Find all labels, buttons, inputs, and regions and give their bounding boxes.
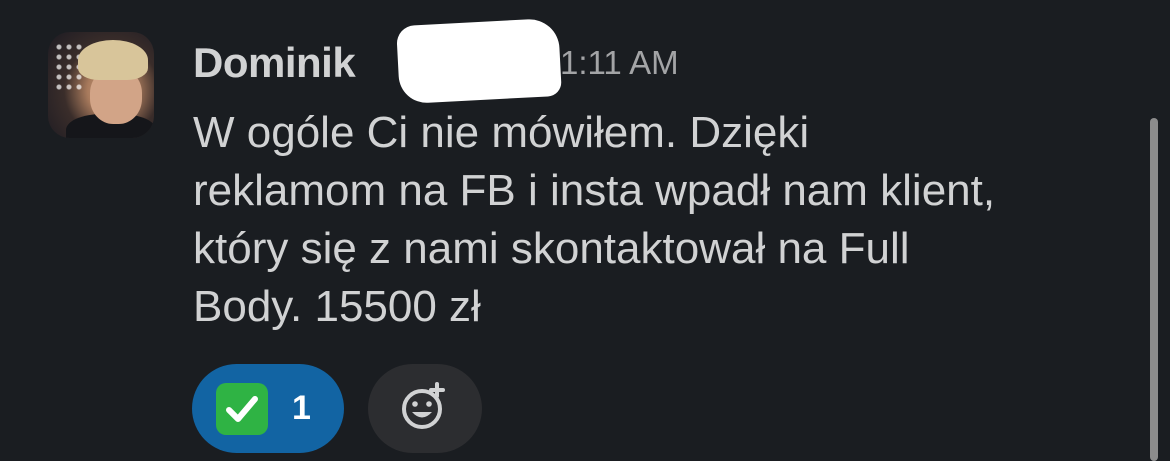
avatar-hair: [78, 40, 148, 80]
message-text: W ogóle Ci nie mówiłem. Dzięki reklamom …: [193, 108, 996, 331]
check-mark-icon: [216, 382, 268, 435]
reaction-check-button[interactable]: 1: [192, 364, 344, 453]
add-reaction-button[interactable]: [368, 364, 482, 453]
add-emoji-icon: [395, 376, 455, 441]
timestamp[interactable]: 1:11 AM: [560, 44, 679, 82]
reaction-count: 1: [292, 389, 311, 427]
redaction-mark: [396, 17, 562, 105]
message-header: Dominik: [193, 38, 356, 88]
scrollbar[interactable]: [1150, 118, 1158, 461]
author-name[interactable]: Dominik: [193, 39, 356, 87]
message: Dominik 1:11 AM W ogóle Ci nie mówiłem. …: [0, 0, 1170, 461]
avatar[interactable]: [48, 32, 154, 138]
